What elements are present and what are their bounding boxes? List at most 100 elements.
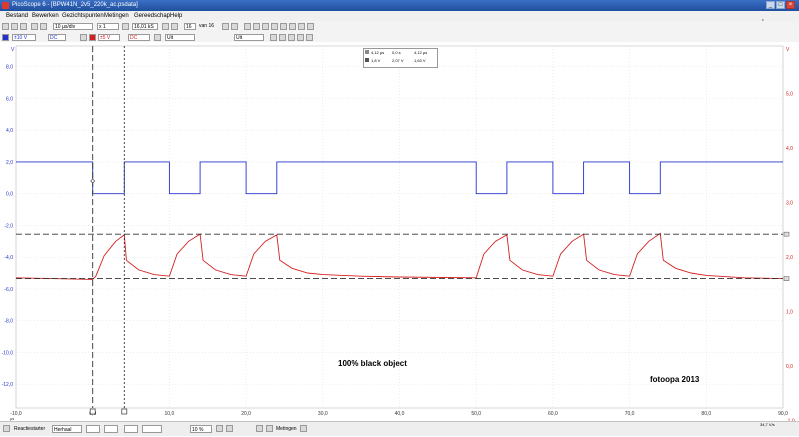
undo-zoom-icon[interactable] <box>289 23 296 30</box>
channel-a-coupling[interactable]: DC <box>48 34 66 41</box>
measure-volt-delta: 1,63 V <box>414 58 426 63</box>
channel-b-range[interactable]: ±5 V <box>98 34 120 41</box>
menu-bar: Bestand Bewerken Gezichtspunten Metingen… <box>0 11 799 21</box>
measure-time-2: 0,0 s <box>392 50 401 55</box>
zoom-out-icon[interactable] <box>271 23 278 30</box>
zoom-select[interactable]: x 1 <box>97 23 119 30</box>
y-left-tick-label: -8,0 <box>4 319 13 325</box>
title-bar: PicoScope 6 - [BPW41N_2v5_220k_ac.psdata… <box>0 0 799 11</box>
menu-bewerken[interactable]: Bewerken <box>32 11 59 21</box>
x-tick-label: 80,0 <box>701 411 711 417</box>
scope-mode-icon[interactable] <box>2 23 9 30</box>
view-icon[interactable] <box>31 23 38 30</box>
x-tick-label: 50,0 <box>471 411 481 417</box>
edit-measurement-icon[interactable] <box>256 425 263 432</box>
horizontal-ruler-handle[interactable] <box>783 276 790 281</box>
x-tick-label: 90,0 <box>778 411 788 417</box>
app-icon <box>2 2 9 9</box>
menu-gezichtspunten[interactable]: Gezichtspunten <box>62 11 104 21</box>
capture-index-input[interactable]: 16 <box>184 23 196 30</box>
measure-volt-2: 2,07 V <box>392 58 404 63</box>
reference-icon[interactable] <box>297 34 304 41</box>
menu-gereedschap[interactable]: Gereedschap <box>134 11 170 21</box>
channel-b-icon[interactable] <box>89 34 96 41</box>
zoom-percent-input[interactable]: 10 % <box>190 425 212 433</box>
window-title: PicoScope 6 - [BPW41N_2v5_220k_ac.psdata… <box>12 2 138 8</box>
samples-select[interactable]: 16,01 kS <box>132 23 158 30</box>
menu-metingen[interactable]: Metingen <box>104 11 129 21</box>
ruler-legend[interactable]: 4,12 µs 0,0 s 4,12 µs 1,8 V 2,07 V 1,63 … <box>363 48 438 68</box>
trigger-mode-select[interactable]: Herhaal <box>52 425 82 433</box>
y-left-tick-label: -10,0 <box>2 350 14 356</box>
status-bar: Reactiestarter Herhaal 10 % Metingen 34,… <box>0 421 799 436</box>
run-icon[interactable] <box>3 425 10 432</box>
ruler-legend-icon <box>365 50 369 54</box>
trigger-label: Reactiestarter <box>14 426 46 432</box>
menu-bestand[interactable]: Bestand <box>6 11 28 21</box>
persistence-icon[interactable] <box>20 23 27 30</box>
measure-volt-1: 1,8 V <box>371 58 381 63</box>
y-left-tick-label: 4,0 <box>6 128 13 134</box>
y-left-tick-label: -4,0 <box>4 255 13 261</box>
y-left-tick-label: -12,0 <box>2 382 14 388</box>
y-right-tick-label: 5,0 <box>786 92 793 98</box>
y-right-tick-label: 3,0 <box>786 201 793 207</box>
minimize-button[interactable]: _ <box>766 1 775 9</box>
channel-b-options-icon[interactable] <box>154 34 161 41</box>
channel-a-options-icon[interactable] <box>80 34 87 41</box>
time-ruler-handle[interactable] <box>121 408 128 415</box>
trigger-threshold-input[interactable] <box>142 425 162 433</box>
samples-icon <box>122 23 129 30</box>
next-capture-icon[interactable] <box>222 23 229 30</box>
x-tick-label: 60,0 <box>548 411 558 417</box>
properties-icon[interactable] <box>216 425 223 432</box>
add-measurement-icon[interactable] <box>226 425 233 432</box>
math-channel-icon[interactable] <box>288 34 295 41</box>
trigger-channel-select[interactable] <box>86 425 100 433</box>
capture-of-label: van 16 <box>199 23 215 29</box>
zoom-fit-icon[interactable] <box>280 23 287 30</box>
delete-measurement-icon[interactable] <box>300 425 307 432</box>
y-left-tick-label: 6,0 <box>6 96 13 102</box>
ruler-legend-icon-2 <box>365 58 369 62</box>
trigger-icon[interactable] <box>270 34 277 41</box>
y-left-tick-label: 0,0 <box>6 192 13 198</box>
x-tick-label: 40,0 <box>395 411 405 417</box>
x-tick-label: 20,0 <box>241 411 251 417</box>
menu-help[interactable]: Help <box>170 11 182 21</box>
notes-icon[interactable] <box>307 23 314 30</box>
signal-generator-icon[interactable] <box>279 34 286 41</box>
credit-annotation: fotoopa 2013 <box>650 375 700 384</box>
last-capture-icon[interactable] <box>231 23 238 30</box>
channel-b-coupling[interactable]: DC <box>128 34 150 41</box>
measurements-label: Metingen <box>276 426 297 432</box>
channels-icon[interactable] <box>40 23 47 30</box>
spectrum-mode-icon[interactable] <box>11 23 18 30</box>
time-ruler-handle[interactable] <box>89 408 96 415</box>
scope-graph[interactable]: -10,0 0,0 10,0 20,0 30,0 40,0 50,0 60,0 70,0 80,0… <box>0 42 799 421</box>
y-left-tick-label: 8,0 <box>6 65 13 71</box>
pointer-icon[interactable] <box>244 23 251 30</box>
channel-c-range[interactable]: Uit <box>165 34 195 41</box>
trigger-edge-select[interactable] <box>104 425 118 433</box>
timebase-select[interactable]: 10 µs/div <box>53 23 93 30</box>
maximize-button[interactable]: □ <box>776 1 785 9</box>
channel-a-range[interactable]: ±10 V <box>12 34 36 41</box>
horizontal-ruler-handle[interactable] <box>783 231 790 237</box>
hand-icon[interactable] <box>253 23 260 30</box>
close-button[interactable]: × <box>786 1 795 9</box>
prev-capture-icon[interactable] <box>171 23 178 30</box>
x-tick-label: 10,0 <box>165 411 175 417</box>
y-right-tick-label: 0,0 <box>786 364 793 370</box>
measure-time-1: 4,12 µs <box>371 50 385 55</box>
measurement-icon <box>266 425 273 432</box>
channel-a-icon[interactable] <box>2 34 9 41</box>
channel-d-range[interactable]: Uit <box>234 34 264 41</box>
filter-icon[interactable] <box>306 34 313 41</box>
zoom-in-icon[interactable] <box>262 23 269 30</box>
ruler-icon[interactable] <box>298 23 305 30</box>
first-capture-icon[interactable] <box>162 23 169 30</box>
trigger-level-input[interactable] <box>124 425 138 433</box>
measure-time-delta: 4,12 µs <box>414 50 428 55</box>
scale-right-label: 34,7 V/s <box>760 422 775 427</box>
